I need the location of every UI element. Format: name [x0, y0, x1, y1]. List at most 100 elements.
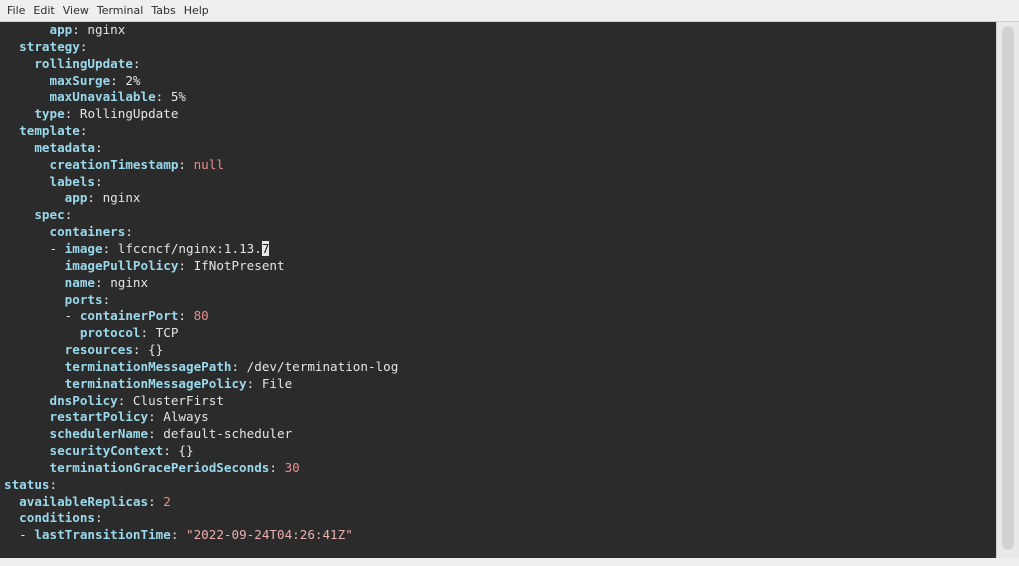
yaml-key: spec	[34, 207, 65, 223]
yaml-value: nginx	[110, 274, 149, 290]
terminal-output[interactable]: app: nginx strategy: rollingUpdate: maxS…	[0, 22, 996, 558]
yaml-key: terminationMessagePath	[64, 358, 232, 374]
yaml-key: rollingUpdate	[34, 55, 133, 71]
yaml-key: app	[49, 22, 73, 37]
yaml-key: securityContext	[49, 443, 164, 459]
terminal-line: protocol: TCP	[4, 325, 398, 342]
yaml-value: {}	[178, 443, 194, 459]
yaml-value: IfNotPresent	[193, 257, 285, 273]
yaml-colon: :	[95, 173, 103, 189]
yaml-colon: :	[102, 240, 118, 256]
scrollbar-thumb[interactable]	[1002, 26, 1014, 550]
yaml-key: availableReplicas	[19, 493, 149, 509]
terminal-line: type: RollingUpdate	[4, 106, 398, 123]
vertical-scrollbar[interactable]	[996, 22, 1019, 558]
menu-file[interactable]: File	[3, 0, 29, 22]
yaml-key: maxSurge	[49, 72, 111, 88]
yaml-key: ports	[64, 291, 103, 307]
yaml-colon: :	[269, 459, 285, 475]
yaml-key: app	[64, 190, 88, 206]
yaml-value: TCP	[155, 325, 179, 341]
terminal-line: status:	[4, 477, 398, 494]
yaml-value: default-scheduler	[163, 426, 293, 442]
yaml-key: strategy	[19, 38, 80, 54]
yaml-key: dnsPolicy	[49, 392, 118, 408]
yaml-key: lastTransitionTime	[34, 527, 171, 543]
menu-edit[interactable]: Edit	[29, 0, 58, 22]
yaml-key: labels	[49, 173, 96, 189]
line-indent: -	[4, 527, 35, 543]
yaml-value: "2022-09-24T04:26:41Z"	[186, 527, 353, 543]
line-indent: -	[4, 308, 80, 324]
terminal-line: creationTimestamp: null	[4, 157, 398, 174]
yaml-colon: :	[155, 89, 171, 105]
terminal-line: terminationMessagePath: /dev/termination…	[4, 358, 399, 376]
line-indent: -	[4, 240, 65, 256]
yaml-content: app: nginx strategy: rollingUpdate: maxS…	[4, 22, 398, 544]
terminal-line: availableReplicas: 2	[4, 494, 398, 511]
yaml-value: 2	[163, 493, 171, 509]
yaml-value: 30	[284, 459, 300, 475]
terminal-line: dnsPolicy: ClusterFirst	[4, 393, 398, 410]
yaml-colon: :	[64, 207, 73, 223]
menu-view[interactable]: View	[59, 0, 93, 22]
yaml-key: template	[19, 123, 80, 139]
yaml-key: conditions	[19, 510, 95, 526]
yaml-value: nginx	[102, 190, 141, 206]
yaml-colon: :	[125, 224, 133, 240]
yaml-value: RollingUpdate	[79, 106, 179, 122]
yaml-colon: :	[178, 308, 194, 324]
yaml-value: lfccncf/nginx:1.13.	[117, 240, 262, 256]
yaml-key: status	[4, 476, 50, 492]
yaml-colon: :	[95, 274, 111, 290]
menu-help[interactable]: Help	[180, 0, 213, 22]
terminal-line: app: nginx	[4, 190, 398, 207]
yaml-key: resources	[64, 342, 133, 358]
yaml-colon: :	[140, 325, 156, 341]
yaml-key: terminationMessagePolicy	[64, 375, 247, 391]
yaml-key: creationTimestamp	[49, 156, 179, 172]
yaml-value: ClusterFirst	[132, 392, 224, 408]
terminal-line: - image: lfccncf/nginx:1.13.7	[4, 240, 398, 258]
terminal-line: labels:	[4, 174, 398, 191]
yaml-key: image	[64, 240, 103, 256]
yaml-colon: :	[117, 392, 133, 408]
yaml-key: protocol	[79, 325, 141, 341]
terminal-line: containers:	[4, 224, 398, 241]
yaml-colon: :	[49, 476, 58, 492]
yaml-value: 5%	[170, 89, 186, 105]
terminal-line: securityContext: {}	[4, 443, 398, 460]
menu-terminal[interactable]: Terminal	[93, 0, 148, 22]
terminal-line: app: nginx	[4, 22, 398, 39]
yaml-colon: :	[95, 139, 103, 155]
yaml-colon: :	[72, 22, 88, 37]
menu-tabs[interactable]: Tabs	[147, 0, 179, 22]
yaml-value: Always	[163, 409, 209, 425]
yaml-value: 2%	[125, 72, 141, 88]
yaml-key: containers	[49, 224, 126, 240]
yaml-colon: :	[148, 493, 164, 509]
yaml-colon: :	[231, 358, 247, 374]
yaml-value: File	[261, 375, 293, 391]
yaml-colon: :	[102, 291, 111, 307]
yaml-key: imagePullPolicy	[64, 257, 179, 273]
yaml-value: 80	[193, 308, 209, 324]
yaml-colon: :	[178, 156, 194, 172]
